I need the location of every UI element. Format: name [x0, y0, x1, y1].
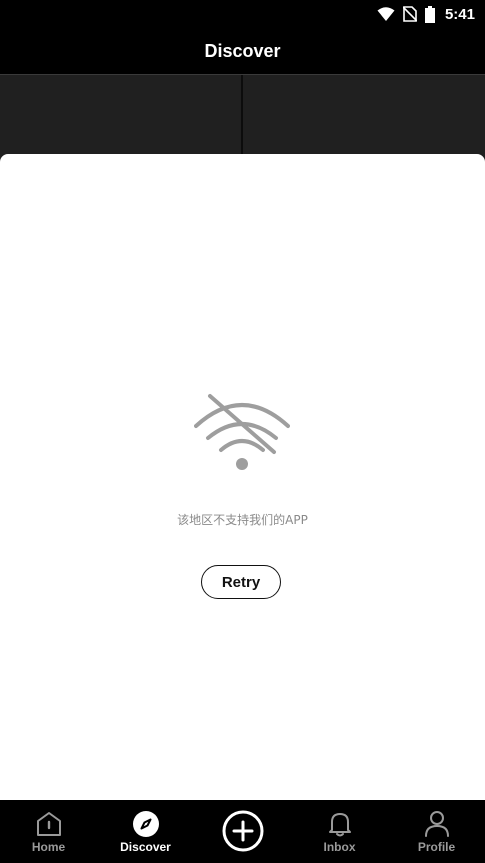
bottom-tab-bar: Home Discover Inbox Profile — [0, 800, 485, 863]
grid-divider — [241, 75, 243, 165]
bell-icon — [327, 810, 353, 838]
tab-label-profile: Profile — [417, 840, 456, 854]
compass-icon — [132, 810, 160, 838]
tab-home[interactable]: Home — [0, 800, 97, 863]
page-title: Discover — [204, 41, 281, 61]
tab-label-inbox: Inbox — [323, 840, 356, 854]
tab-create[interactable] — [194, 800, 291, 863]
status-bar: 5:41 — [0, 0, 485, 28]
no-wifi-icon — [194, 394, 290, 470]
background-content-grid — [0, 74, 485, 165]
tab-label-discover: Discover — [120, 840, 171, 854]
retry-button[interactable]: Retry — [201, 565, 281, 599]
tab-inbox[interactable]: Inbox — [291, 800, 388, 863]
error-sheet: 该地区不支持我们的APP Retry — [0, 154, 485, 800]
status-time: 5:41 — [444, 5, 475, 23]
wifi-icon — [377, 7, 395, 21]
person-icon — [424, 810, 450, 838]
status-icons: 5:41 — [377, 4, 475, 24]
plus-icon — [222, 810, 264, 857]
tab-discover[interactable]: Discover — [97, 800, 194, 863]
header: Discover — [0, 28, 485, 74]
home-icon — [36, 810, 62, 838]
tab-profile[interactable]: Profile — [388, 800, 485, 863]
battery-icon — [424, 5, 435, 23]
no-sim-icon — [402, 6, 417, 22]
error-message: 该地区不支持我们的APP — [177, 513, 308, 527]
tab-label-home: Home — [31, 840, 66, 854]
